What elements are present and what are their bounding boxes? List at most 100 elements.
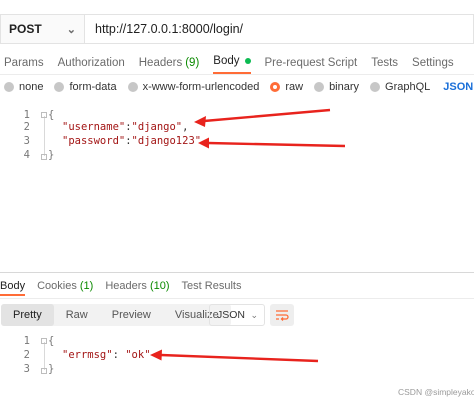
username-pair: "username":"django", <box>62 121 188 133</box>
tab-label: Headers <box>105 280 147 292</box>
tab-response-body[interactable]: Body <box>0 280 26 296</box>
code-brace: } <box>48 149 55 161</box>
radio-button[interactable] <box>4 82 14 92</box>
tab-label: Pre-request Script <box>264 57 358 69</box>
tab-label: Cookies <box>37 280 77 292</box>
tab-label: Body <box>213 55 240 67</box>
code-brace: { <box>48 335 55 347</box>
tab-label: Test Results <box>181 280 242 292</box>
chevron-down-icon: ⌄ <box>250 309 258 320</box>
option-label: binary <box>329 81 360 93</box>
line-number: 2 <box>23 349 30 361</box>
tab-label: Params <box>4 57 44 69</box>
url-text: http://127.0.0.1:8000/login/ <box>95 22 244 36</box>
divider <box>0 298 474 299</box>
line-number: 3 <box>23 135 30 147</box>
response-body-viewer[interactable]: 1 { 2 "errmsg": "ok" 3 } <box>0 334 474 378</box>
view-raw-button[interactable]: Raw <box>54 304 100 326</box>
status-dot <box>244 58 251 64</box>
line-number: 1 <box>23 335 30 347</box>
tab-body[interactable]: Body <box>213 52 251 74</box>
divider <box>0 74 474 75</box>
divider <box>0 272 474 273</box>
method-select[interactable]: POST ⌄ <box>0 14 84 44</box>
wrap-lines-button[interactable] <box>270 304 294 326</box>
tab-response-headers[interactable]: Headers (10) <box>105 280 169 296</box>
option-label: form-data <box>69 81 117 93</box>
errmsg-pair: "errmsg": "ok" <box>62 349 151 361</box>
tab-label: Body <box>0 280 26 292</box>
line-number: 3 <box>23 363 30 375</box>
tab-label: Headers <box>138 57 183 69</box>
indent-guide <box>44 116 45 156</box>
body-type-graphql[interactable]: GraphQL <box>370 81 430 93</box>
url-input[interactable]: http://127.0.0.1:8000/login/ <box>84 14 474 44</box>
watermark: CSDN @simpleyako <box>398 387 474 397</box>
response-view-modes: Pretty Raw Preview Visualize <box>1 304 231 326</box>
body-type-raw[interactable]: raw <box>270 81 303 93</box>
radio-button[interactable] <box>314 82 325 92</box>
json-comma: , <box>182 121 189 133</box>
json-value: "django123" <box>131 135 202 147</box>
tab-cookies[interactable]: Cookies (1) <box>37 280 93 296</box>
tab-label: Tests <box>371 57 399 69</box>
json-key: "username" <box>62 121 126 133</box>
body-type-binary[interactable]: binary <box>314 81 359 93</box>
line-number: 2 <box>23 121 30 133</box>
tab-count: (10) <box>149 280 170 292</box>
fold-marker-icon[interactable] <box>41 154 47 160</box>
code-brace: } <box>48 363 55 375</box>
body-type-none[interactable]: none <box>4 81 43 93</box>
code-brace: { <box>48 109 55 121</box>
radio-button[interactable] <box>127 82 138 92</box>
tab-tests[interactable]: Tests <box>371 52 398 74</box>
button-label: Pretty <box>13 309 42 321</box>
password-pair: "password":"django123" <box>62 135 201 147</box>
option-label: none <box>19 81 44 93</box>
tab-count: (1) <box>79 280 94 292</box>
request-tabs: Params Authorization Headers (9) Body Pre… <box>0 52 468 74</box>
format-label: JSON <box>217 309 246 321</box>
tab-count: (9) <box>185 57 200 69</box>
body-format-select[interactable]: JSON⌄ <box>443 81 474 93</box>
button-label: Preview <box>111 309 151 321</box>
response-tabs: Body Cookies (1) Headers (10) Test Resul… <box>0 280 253 296</box>
fold-marker-icon[interactable] <box>41 112 47 118</box>
body-type-form-data[interactable]: form-data <box>54 81 117 93</box>
tab-label: Authorization <box>57 57 125 69</box>
request-body-editor[interactable]: 1 { 2 "username":"django", 3 "password":… <box>0 108 474 164</box>
tab-authorization[interactable]: Authorization <box>58 52 125 74</box>
response-format-select[interactable]: JSON ⌄ <box>209 304 265 326</box>
format-label: JSON <box>443 81 474 93</box>
tab-params[interactable]: Params <box>4 52 44 74</box>
wrap-lines-icon <box>276 310 289 321</box>
radio-button-selected[interactable] <box>270 82 281 92</box>
option-label: x-www-form-urlencoded <box>142 81 260 93</box>
json-value: "ok" <box>125 349 151 361</box>
chevron-down-icon: ⌄ <box>66 23 76 36</box>
radio-button[interactable] <box>370 82 381 92</box>
fold-marker-icon[interactable] <box>41 368 47 374</box>
json-colon: : <box>112 349 126 361</box>
view-preview-button[interactable]: Preview <box>100 304 163 326</box>
json-key: "password" <box>62 135 126 147</box>
radio-button[interactable] <box>54 82 65 92</box>
button-label: Raw <box>65 309 88 321</box>
tab-pre-request-script[interactable]: Pre-request Script <box>265 52 358 74</box>
tab-test-results[interactable]: Test Results <box>182 280 242 296</box>
method-label: POST <box>9 22 42 36</box>
tab-label: Settings <box>412 57 454 69</box>
option-label: GraphQL <box>385 81 431 93</box>
tab-settings[interactable]: Settings <box>412 52 454 74</box>
fold-marker-icon[interactable] <box>41 338 47 344</box>
option-label: raw <box>285 81 304 93</box>
body-type-urlencoded[interactable]: x-www-form-urlencoded <box>127 81 260 93</box>
indent-guide <box>44 342 45 370</box>
json-key: "errmsg" <box>62 349 113 361</box>
body-type-options: none form-data x-www-form-urlencoded raw… <box>4 80 474 94</box>
view-pretty-button[interactable]: Pretty <box>1 304 54 326</box>
tab-headers[interactable]: Headers (9) <box>139 52 200 74</box>
url-bar: POST ⌄ http://127.0.0.1:8000/login/ <box>0 14 474 44</box>
json-value: "django" <box>131 121 183 133</box>
line-number: 4 <box>23 149 30 161</box>
